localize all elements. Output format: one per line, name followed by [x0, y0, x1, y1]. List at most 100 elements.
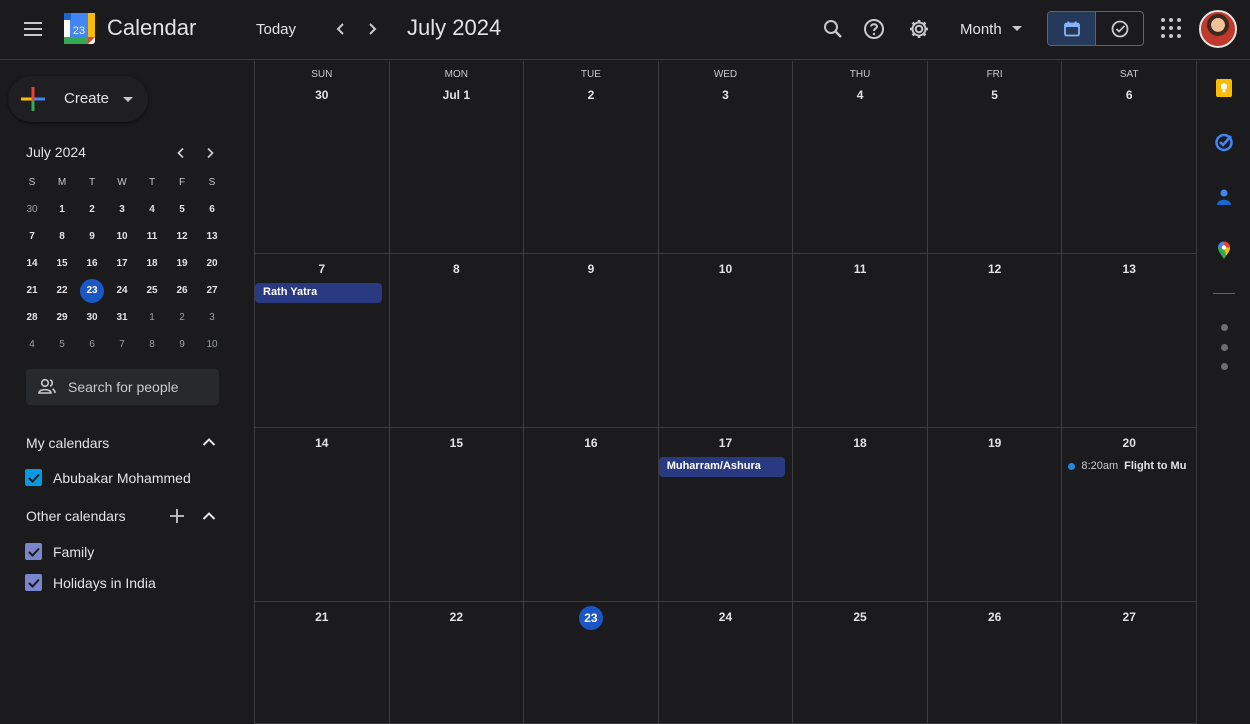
tasks-icon[interactable] — [1212, 130, 1236, 154]
event-chip[interactable]: Rath Yatra — [255, 283, 382, 303]
mini-day[interactable]: 2 — [167, 304, 197, 331]
next-month-button[interactable] — [357, 14, 387, 44]
today-button[interactable]: Today — [244, 14, 308, 44]
day-cell[interactable]: 12 — [926, 254, 1062, 428]
day-number[interactable]: 30 — [255, 88, 389, 102]
view-switcher[interactable]: Month — [950, 14, 1032, 44]
collapse-my-calendars-button[interactable] — [197, 430, 221, 454]
day-cell[interactable]: 11 — [792, 254, 927, 428]
maps-icon[interactable] — [1212, 238, 1236, 262]
collapse-other-calendars-button[interactable] — [197, 504, 221, 528]
mini-calendar-prev-button[interactable] — [170, 142, 192, 164]
day-cell[interactable]: 17 — [657, 428, 793, 602]
calendar-logo-icon[interactable]: 23 — [64, 13, 95, 44]
mini-day[interactable]: 8 — [137, 331, 167, 358]
keep-icon[interactable] — [1212, 76, 1236, 100]
mini-day[interactable]: 1 — [47, 196, 77, 223]
day-cell[interactable]: 7 — [254, 254, 389, 428]
mini-day[interactable]: 12 — [167, 223, 197, 250]
day-cell[interactable]: 8 — [388, 254, 524, 428]
mini-day[interactable]: 2 — [77, 196, 107, 223]
day-number-today[interactable]: 23 — [524, 606, 658, 630]
day-cell[interactable]: 27 — [1061, 602, 1196, 724]
day-number[interactable]: 9 — [524, 262, 658, 276]
account-avatar[interactable] — [1199, 10, 1237, 48]
day-cell[interactable]: 25 — [792, 602, 927, 724]
day-cell[interactable]: SAT 6 — [1061, 61, 1196, 254]
mini-day[interactable]: 11 — [137, 223, 167, 250]
timed-event[interactable]: 8:20am Flight to Mu — [1068, 460, 1194, 472]
calendar-checkbox[interactable] — [25, 574, 42, 591]
day-number[interactable]: 16 — [524, 436, 658, 450]
mini-day-today[interactable]: 23 — [77, 277, 107, 304]
day-cell[interactable]: SUN 30 — [254, 61, 389, 254]
search-button[interactable] — [816, 12, 850, 46]
day-cell[interactable]: 26 — [926, 602, 1062, 724]
day-number[interactable]: 6 — [1062, 88, 1196, 102]
mini-day[interactable]: 9 — [77, 223, 107, 250]
search-people-input[interactable]: Search for people — [26, 369, 219, 405]
calendar-checkbox[interactable] — [25, 543, 42, 560]
mini-day[interactable]: 15 — [47, 250, 77, 277]
day-number[interactable]: 2 — [524, 88, 658, 102]
day-number[interactable]: Jul 1 — [390, 88, 524, 102]
main-menu-icon[interactable] — [17, 13, 49, 45]
mini-day[interactable]: 7 — [107, 331, 137, 358]
mini-day[interactable]: 26 — [167, 277, 197, 304]
my-calendars-title[interactable]: My calendars — [26, 435, 109, 451]
calendar-checkbox[interactable] — [25, 469, 42, 486]
day-number[interactable]: 10 — [659, 262, 793, 276]
day-cell[interactable]: TUE 2 — [523, 61, 658, 254]
mini-day[interactable]: 14 — [17, 250, 47, 277]
mini-day[interactable]: 29 — [47, 304, 77, 331]
day-cell[interactable]: 24 — [657, 602, 793, 724]
mini-day[interactable]: 1 — [137, 304, 167, 331]
day-cell[interactable]: 9 — [523, 254, 658, 428]
mini-day[interactable]: 19 — [167, 250, 197, 277]
day-cell[interactable]: 21 — [254, 602, 389, 724]
day-number[interactable]: 11 — [793, 262, 927, 276]
mini-day[interactable]: 17 — [107, 250, 137, 277]
day-cell[interactable]: 18 — [792, 428, 927, 602]
day-cell[interactable]: 19 — [926, 428, 1062, 602]
tasks-view-toggle[interactable] — [1096, 12, 1143, 45]
day-cell[interactable]: 16 — [523, 428, 658, 602]
mini-day[interactable]: 16 — [77, 250, 107, 277]
mini-day[interactable]: 18 — [137, 250, 167, 277]
mini-day[interactable]: 10 — [107, 223, 137, 250]
mini-day[interactable]: 20 — [197, 250, 227, 277]
day-number[interactable]: 7 — [255, 262, 389, 276]
mini-day[interactable]: 28 — [17, 304, 47, 331]
mini-day[interactable]: 7 — [17, 223, 47, 250]
day-cell[interactable]: 10 — [657, 254, 793, 428]
day-number[interactable]: 25 — [793, 610, 927, 624]
calendar-item-abubakar[interactable]: Abubakar Mohammed — [25, 469, 191, 486]
day-number[interactable]: 14 — [255, 436, 389, 450]
day-number[interactable]: 17 — [659, 436, 793, 450]
google-apps-icon[interactable] — [1158, 15, 1184, 41]
contacts-icon[interactable] — [1212, 185, 1236, 209]
mini-day[interactable]: 30 — [77, 304, 107, 331]
day-number[interactable]: 15 — [390, 436, 524, 450]
settings-button[interactable] — [902, 12, 936, 46]
other-calendars-title[interactable]: Other calendars — [26, 508, 126, 524]
mini-day[interactable]: 6 — [77, 331, 107, 358]
mini-day[interactable]: 30 — [17, 196, 47, 223]
day-number[interactable]: 8 — [390, 262, 524, 276]
mini-day[interactable]: 4 — [137, 196, 167, 223]
day-cell[interactable]: 22 — [388, 602, 524, 724]
day-number[interactable]: 19 — [928, 436, 1062, 450]
calendar-item-holidays-india[interactable]: Holidays in India — [25, 574, 156, 591]
mini-day[interactable]: 25 — [137, 277, 167, 304]
mini-day[interactable]: 13 — [197, 223, 227, 250]
mini-calendar-next-button[interactable] — [199, 142, 221, 164]
help-button[interactable] — [857, 12, 891, 46]
mini-day[interactable]: 21 — [17, 277, 47, 304]
calendar-view-toggle[interactable] — [1048, 12, 1096, 45]
day-cell[interactable]: 14 — [254, 428, 389, 602]
mini-day[interactable]: 9 — [167, 331, 197, 358]
day-number[interactable]: 26 — [928, 610, 1062, 624]
day-number[interactable]: 13 — [1062, 262, 1196, 276]
day-number[interactable]: 22 — [390, 610, 524, 624]
day-cell[interactable]: 15 — [388, 428, 524, 602]
